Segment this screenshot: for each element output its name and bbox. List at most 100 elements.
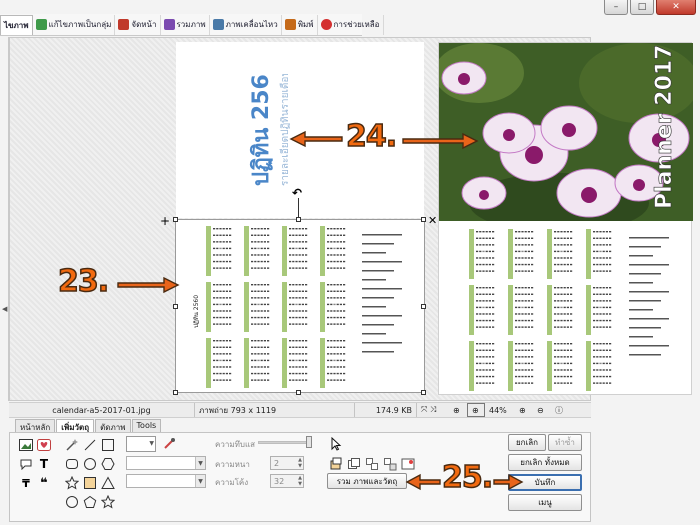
eyedropper-icon[interactable] <box>161 436 177 452</box>
resize-handle-nw[interactable] <box>173 217 178 222</box>
menu-item-combine[interactable]: รวมภาพ <box>161 14 210 35</box>
fit-to-window-icon[interactable]: ⤧ ⤨ <box>417 403 449 417</box>
menu-item-help[interactable]: การช่วยเหลือ <box>318 14 384 35</box>
star-tool-icon[interactable] <box>64 475 80 491</box>
calendar-day-cell <box>330 297 333 299</box>
calendar-day-cell <box>563 250 566 253</box>
image-properties-icon[interactable] <box>400 456 416 472</box>
calendar-note-line <box>629 273 661 275</box>
selected-calendar-object[interactable]: ปฏิทิน 2560 <box>175 219 425 393</box>
calendar-day-cell <box>560 237 563 239</box>
menu-button[interactable]: เมนู <box>508 494 582 511</box>
spinner-arrows-icon[interactable]: ▲ ▼ <box>298 475 302 487</box>
delete-object-icon[interactable]: ✕ <box>428 214 437 227</box>
calendar-day-cell <box>554 343 557 345</box>
thickness-stepper[interactable]: 2 ▲ ▼ <box>270 456 304 470</box>
calendar-day-cell <box>305 346 308 348</box>
fill-style-dropdown[interactable]: ▼ <box>126 474 206 488</box>
sticker-icon[interactable] <box>36 437 52 453</box>
close-button[interactable]: ✕ <box>656 0 696 15</box>
calendar-day-cell <box>219 228 222 230</box>
tab-home[interactable]: หน้าหลัก <box>15 419 56 433</box>
calendar-day-cell <box>336 366 339 368</box>
calendar-day-cell <box>492 356 495 358</box>
save-button[interactable]: บันทึก <box>508 474 582 491</box>
curve-stepper[interactable]: 32 ▲ ▼ <box>270 474 304 488</box>
calendar-day-cell <box>257 323 260 325</box>
minimize-button[interactable]: – <box>604 0 628 15</box>
layer-order-icon[interactable] <box>328 456 344 472</box>
calendar-day-cell <box>330 379 333 381</box>
calendar-day-cell <box>213 247 216 250</box>
zoom-in-icon[interactable]: ⊕ <box>515 403 533 417</box>
resize-handle-s[interactable] <box>296 390 301 395</box>
menu-item-batch-edit[interactable]: แก้ไขภาพเป็นกลุ่ม <box>33 14 116 35</box>
left-panel-collapse-strip[interactable]: ◀ <box>0 37 9 401</box>
group-object-icon[interactable] <box>364 456 380 472</box>
line-tool-icon[interactable] <box>82 437 98 453</box>
opacity-slider-thumb[interactable] <box>306 436 312 448</box>
calendar-note-line <box>362 333 386 335</box>
spinner-arrows-icon[interactable]: ▲ ▼ <box>298 457 302 469</box>
tab-crop[interactable]: ตัดภาพ <box>95 419 131 433</box>
combine-icon <box>163 19 175 30</box>
shaded-rect-tool-icon[interactable] <box>82 475 98 491</box>
calendar-day-cell <box>330 228 333 230</box>
ungroup-object-icon[interactable] <box>382 456 398 472</box>
star-filled-tool-icon[interactable] <box>100 494 116 510</box>
calendar-day-cell <box>301 310 304 312</box>
zoom-actual-icon[interactable]: ⊕ <box>449 403 467 417</box>
calendar-day-cell <box>305 372 308 375</box>
duplicate-object-icon[interactable] <box>346 456 362 472</box>
calendar-day-cell <box>267 290 270 292</box>
menu-item-layout[interactable]: จัดหน้า <box>115 14 161 35</box>
triangle-tool-icon[interactable] <box>100 475 116 491</box>
zoom-fit-icon[interactable]: ⊕ <box>467 403 485 417</box>
calendar-day-cell <box>219 254 222 256</box>
calendar-day-cell <box>267 303 270 306</box>
resize-handle-w[interactable] <box>173 304 178 309</box>
move-handle-icon[interactable]: + <box>160 214 170 228</box>
maximize-button[interactable]: □ <box>630 0 654 15</box>
calendar-day-cell <box>222 303 225 306</box>
info-icon[interactable]: ⓘ <box>551 403 569 417</box>
resize-handle-sw[interactable] <box>173 390 178 395</box>
menu-item-edit-image[interactable]: ไขภาพ <box>0 14 33 35</box>
calendar-day-cell <box>492 375 495 378</box>
merge-image-objects-button[interactable]: รวม ภาพและวัตถุ <box>327 473 407 489</box>
calendar-day-cell <box>292 379 295 381</box>
zoom-out-icon[interactable]: ⊖ <box>533 403 551 417</box>
calendar-day-cell <box>488 349 491 351</box>
line-style-dropdown[interactable]: ▼ <box>126 456 206 470</box>
speech-bubble-icon[interactable] <box>18 456 34 472</box>
undo-all-button[interactable]: ยกเลิก ทั้งหมด <box>508 454 582 471</box>
quote-icon[interactable]: ❝ <box>36 475 52 491</box>
circle-tool-icon[interactable] <box>64 494 80 510</box>
tab-tools[interactable]: Tools <box>131 419 162 433</box>
text-tool-icon[interactable]: T <box>36 456 52 472</box>
opacity-slider-track[interactable] <box>258 441 310 444</box>
undo-button[interactable]: ยกเลิก <box>508 434 546 451</box>
calendar-day-cell <box>557 369 560 371</box>
insert-image-icon[interactable] <box>18 437 34 453</box>
magic-wand-icon[interactable] <box>64 437 80 453</box>
calendar-day-cell <box>515 250 518 253</box>
resize-handle-ne[interactable] <box>421 217 426 222</box>
pentagon-tool-icon[interactable] <box>82 494 98 510</box>
menu-item-animation[interactable]: ภาพเคลื่อนไหว <box>210 14 282 35</box>
text-stamp-icon[interactable]: ₸ <box>18 475 34 491</box>
tab-add-object[interactable]: เพิ่มวัตถุ <box>56 419 95 433</box>
calendar-day-cell <box>527 356 530 358</box>
resize-handle-se[interactable] <box>421 390 426 395</box>
calendar-day-cell <box>488 263 491 266</box>
ellipse-tool-icon[interactable] <box>82 456 98 472</box>
redo-button[interactable]: ทำซ้ำ <box>548 434 582 451</box>
menu-item-print[interactable]: พิมพ์ <box>282 14 318 35</box>
rounded-rect-tool-icon[interactable] <box>64 456 80 472</box>
select-cursor-icon[interactable] <box>328 436 344 452</box>
hexagon-tool-icon[interactable] <box>100 456 116 472</box>
resize-handle-e[interactable] <box>421 304 426 309</box>
rectangle-tool-icon[interactable] <box>100 437 116 453</box>
color-swatch-dropdown[interactable]: ▼ <box>126 436 156 452</box>
calendar-day-cell <box>554 319 557 322</box>
